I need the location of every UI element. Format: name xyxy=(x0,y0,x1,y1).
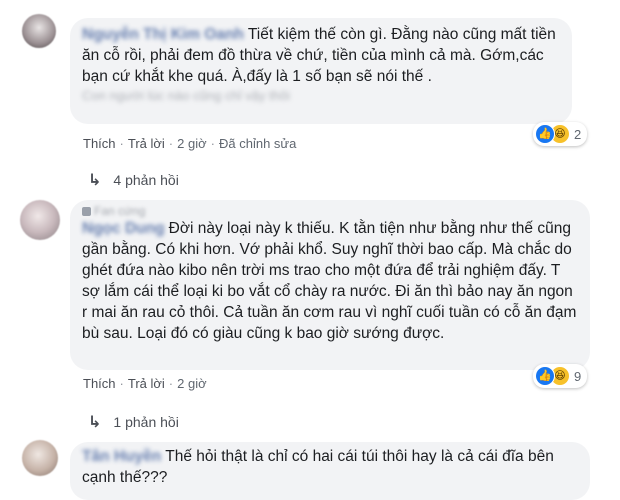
reply-link[interactable]: Trả lời xyxy=(128,136,165,151)
reply-link[interactable]: Trả lời xyxy=(128,376,165,391)
comment-author[interactable]: Nguyễn Thị Kim Oanh xyxy=(82,26,244,43)
reaction-summary[interactable]: 👍 😆 9 xyxy=(533,364,588,388)
reaction-count: 9 xyxy=(574,368,582,384)
fan-badge: Fan cứng xyxy=(82,204,578,218)
like-icon: 👍 xyxy=(535,124,555,144)
reply-arrow-icon: ↳ xyxy=(88,414,102,431)
reaction-count: 2 xyxy=(574,126,582,142)
replies-label: 4 phản hồi xyxy=(113,172,179,188)
view-replies-link[interactable]: ↳ 1 phản hồi xyxy=(88,412,179,432)
comment-author[interactable]: Ngọc Dung xyxy=(82,220,165,237)
reaction-summary[interactable]: 👍 😆 2 xyxy=(533,122,588,146)
comment-bubble: Fan cứng Ngọc Dung Đời này loại này k thi… xyxy=(70,200,590,370)
avatar[interactable] xyxy=(20,200,60,240)
edited-label[interactable]: Đã chỉnh sửa xyxy=(219,136,296,151)
comment-bubble: Tân Huyền Thế hỏi thật là chỉ có hai cái … xyxy=(70,442,590,500)
avatar[interactable] xyxy=(22,14,56,48)
like-icon: 👍 xyxy=(535,366,555,386)
comment-actions: Thích · Trả lời · 2 giờ · Đã chỉnh sửa xyxy=(83,136,297,151)
like-link[interactable]: Thích xyxy=(83,376,116,391)
avatar[interactable] xyxy=(22,440,58,476)
comment-bubble: Nguyễn Thị Kim Oanh Tiết kiệm thế còn gì.… xyxy=(70,18,572,124)
comment-text: Đời này loại này k thiếu. K tằn tiện như… xyxy=(82,220,577,342)
replies-label: 1 phản hồi xyxy=(113,414,179,430)
view-replies-link[interactable]: ↳ 4 phản hồi xyxy=(88,170,179,190)
comment-actions: Thích · Trả lời · 2 giờ xyxy=(83,376,207,391)
reply-arrow-icon: ↳ xyxy=(88,172,102,189)
comment-blurred-line: Con người lúc nào cũng chỉ vậy thôi xyxy=(82,88,291,103)
fan-badge-icon xyxy=(82,207,91,217)
comment-author[interactable]: Tân Huyền xyxy=(82,448,161,465)
like-link[interactable]: Thích xyxy=(83,136,116,151)
timestamp[interactable]: 2 giờ xyxy=(177,376,207,391)
timestamp[interactable]: 2 giờ xyxy=(177,136,207,151)
